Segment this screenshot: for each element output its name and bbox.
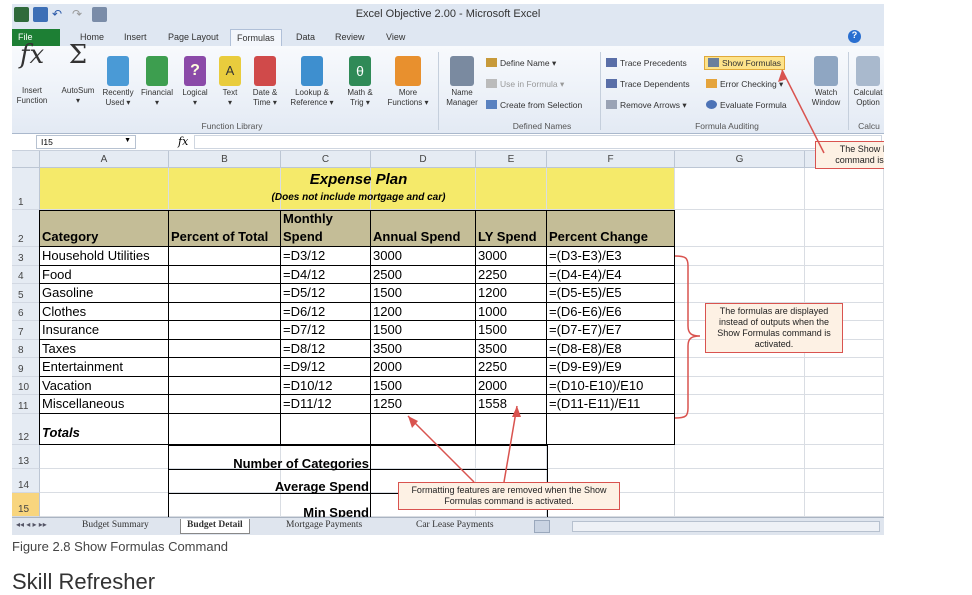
arrowhead-ly [512, 406, 521, 417]
arrowhead-annual [408, 416, 418, 428]
excel-screenshot: ↶ ↷ Excel Objective 2.00 - Microsoft Exc… [12, 4, 884, 535]
annotation-arrows [407, 69, 825, 483]
figure-caption: Figure 2.8 Show Formulas Command [12, 539, 229, 554]
arrow-to-ly-spend [503, 405, 518, 483]
section-heading: Skill Refresher [12, 569, 156, 594]
bracket-formulas [674, 255, 701, 419]
arrow-to-annual-spend [407, 415, 475, 483]
arrow-to-show-formulas [781, 69, 825, 154]
